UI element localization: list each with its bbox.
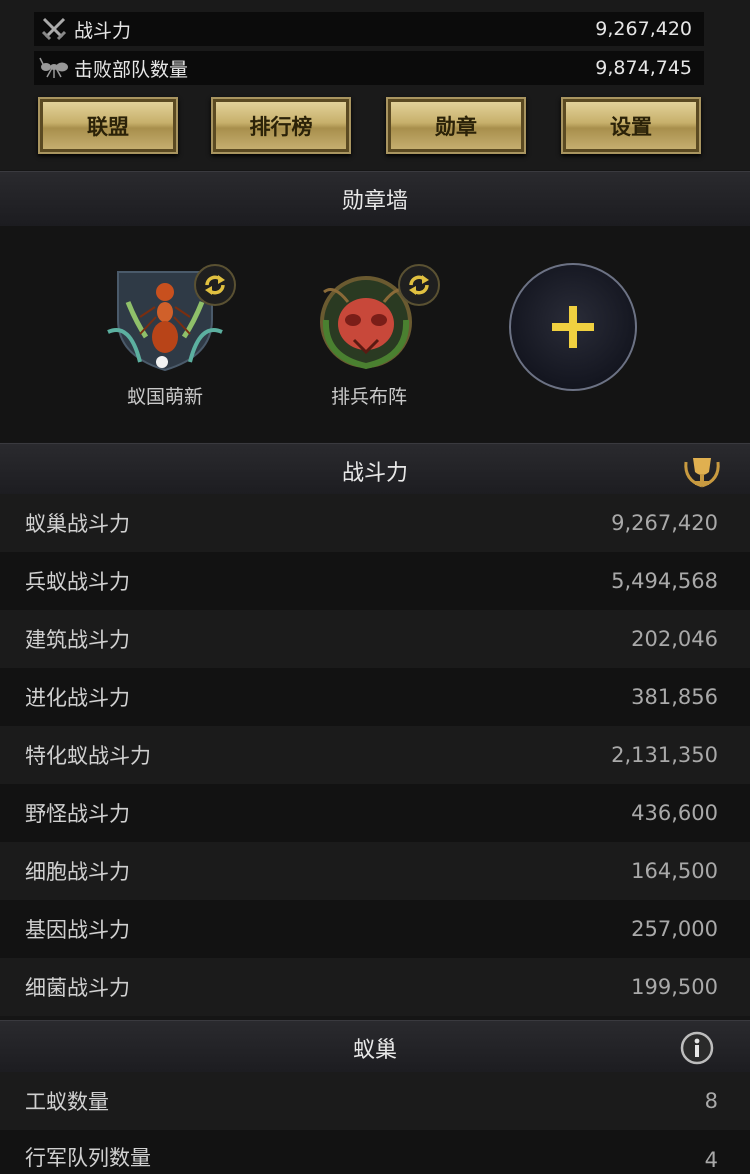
alliance-button[interactable]: 联盟 <box>38 97 178 154</box>
row-label: 细菌战斗力 <box>25 976 130 1000</box>
row-value: 202,046 <box>631 627 718 651</box>
table-row: 蚁巢战斗力 9,267,420 <box>0 494 750 552</box>
stat-label: 击败部队数量 <box>74 58 189 81</box>
nest-header: 蚁巢 <box>0 1020 750 1076</box>
table-row: 兵蚁战斗力 5,494,568 <box>0 552 750 610</box>
table-row: 建筑战斗力 202,046 <box>0 610 750 668</box>
row-value: 257,000 <box>631 917 718 941</box>
button-label: 排行榜 <box>249 114 313 139</box>
row-label: 基因战斗力 <box>25 918 130 942</box>
refresh-icon[interactable] <box>194 264 236 306</box>
button-label: 设置 <box>610 114 652 139</box>
table-row: 细菌战斗力 199,500 <box>0 958 750 1016</box>
row-value: 436,600 <box>631 801 718 825</box>
row-value: 5,494,568 <box>611 569 718 593</box>
row-label: 进化战斗力 <box>25 686 130 710</box>
settings-button[interactable]: 设置 <box>561 97 701 154</box>
row-value: 164,500 <box>631 859 718 883</box>
row-label: 行军队列数量 <box>25 1146 151 1170</box>
section-title: 蚁巢 <box>352 1038 397 1063</box>
stat-row-power: 战斗力 9,267,420 <box>34 12 704 46</box>
row-label: 兵蚁战斗力 <box>25 570 130 594</box>
row-value: 2,131,350 <box>611 743 718 767</box>
row-label: 蚁巢战斗力 <box>25 512 130 536</box>
table-row: 特化蚁战斗力 2,131,350 <box>0 726 750 784</box>
medals-button[interactable]: 勋章 <box>386 97 526 154</box>
table-row: 基因战斗力 257,000 <box>0 900 750 958</box>
ant-head-wreath-medal-icon <box>304 262 440 374</box>
row-label: 特化蚁战斗力 <box>25 744 151 768</box>
add-medal-button[interactable] <box>509 263 637 391</box>
red-ant-shield-medal-icon <box>100 262 236 374</box>
table-row: 工蚁数量 8 <box>0 1072 750 1130</box>
row-label: 建筑战斗力 <box>25 628 130 652</box>
stat-label: 战斗力 <box>74 19 132 42</box>
section-title: 战斗力 <box>341 461 408 486</box>
crossed-swords-icon <box>34 12 74 46</box>
leaderboard-button[interactable]: 排行榜 <box>211 97 351 154</box>
button-label: 勋章 <box>435 114 477 139</box>
medal-item[interactable]: 蚁国萌新 <box>100 262 236 409</box>
table-row: 行军队列数量 4 <box>0 1130 750 1174</box>
table-row: 野怪战斗力 436,600 <box>0 784 750 842</box>
plus-icon <box>552 306 594 348</box>
row-value: 4 <box>704 1148 718 1172</box>
medal-name: 排兵布阵 <box>330 386 407 408</box>
row-value: 199,500 <box>631 975 718 999</box>
row-value: 381,856 <box>631 685 718 709</box>
row-label: 野怪战斗力 <box>25 802 130 826</box>
stat-value: 9,267,420 <box>595 18 692 40</box>
trophy-icon[interactable] <box>682 452 722 490</box>
combat-power-header: 战斗力 <box>0 443 750 499</box>
stat-row-defeated: 击败部队数量 9,874,745 <box>34 51 704 85</box>
info-icon[interactable] <box>680 1031 714 1065</box>
table-row: 细胞战斗力 164,500 <box>0 842 750 900</box>
refresh-icon[interactable] <box>398 264 440 306</box>
ant-icon <box>34 51 74 85</box>
stat-value: 9,874,745 <box>595 57 692 79</box>
medal-name: 蚁国萌新 <box>126 386 203 408</box>
button-label: 联盟 <box>87 114 129 139</box>
row-value: 9,267,420 <box>611 511 718 535</box>
section-title: 勋章墙 <box>341 189 408 214</box>
row-label: 工蚁数量 <box>25 1090 109 1114</box>
row-value: 8 <box>704 1089 718 1113</box>
medal-item[interactable]: 排兵布阵 <box>304 262 440 409</box>
row-label: 细胞战斗力 <box>25 860 130 884</box>
table-row: 进化战斗力 381,856 <box>0 668 750 726</box>
medal-wall-header: 勋章墙 <box>0 171 750 227</box>
